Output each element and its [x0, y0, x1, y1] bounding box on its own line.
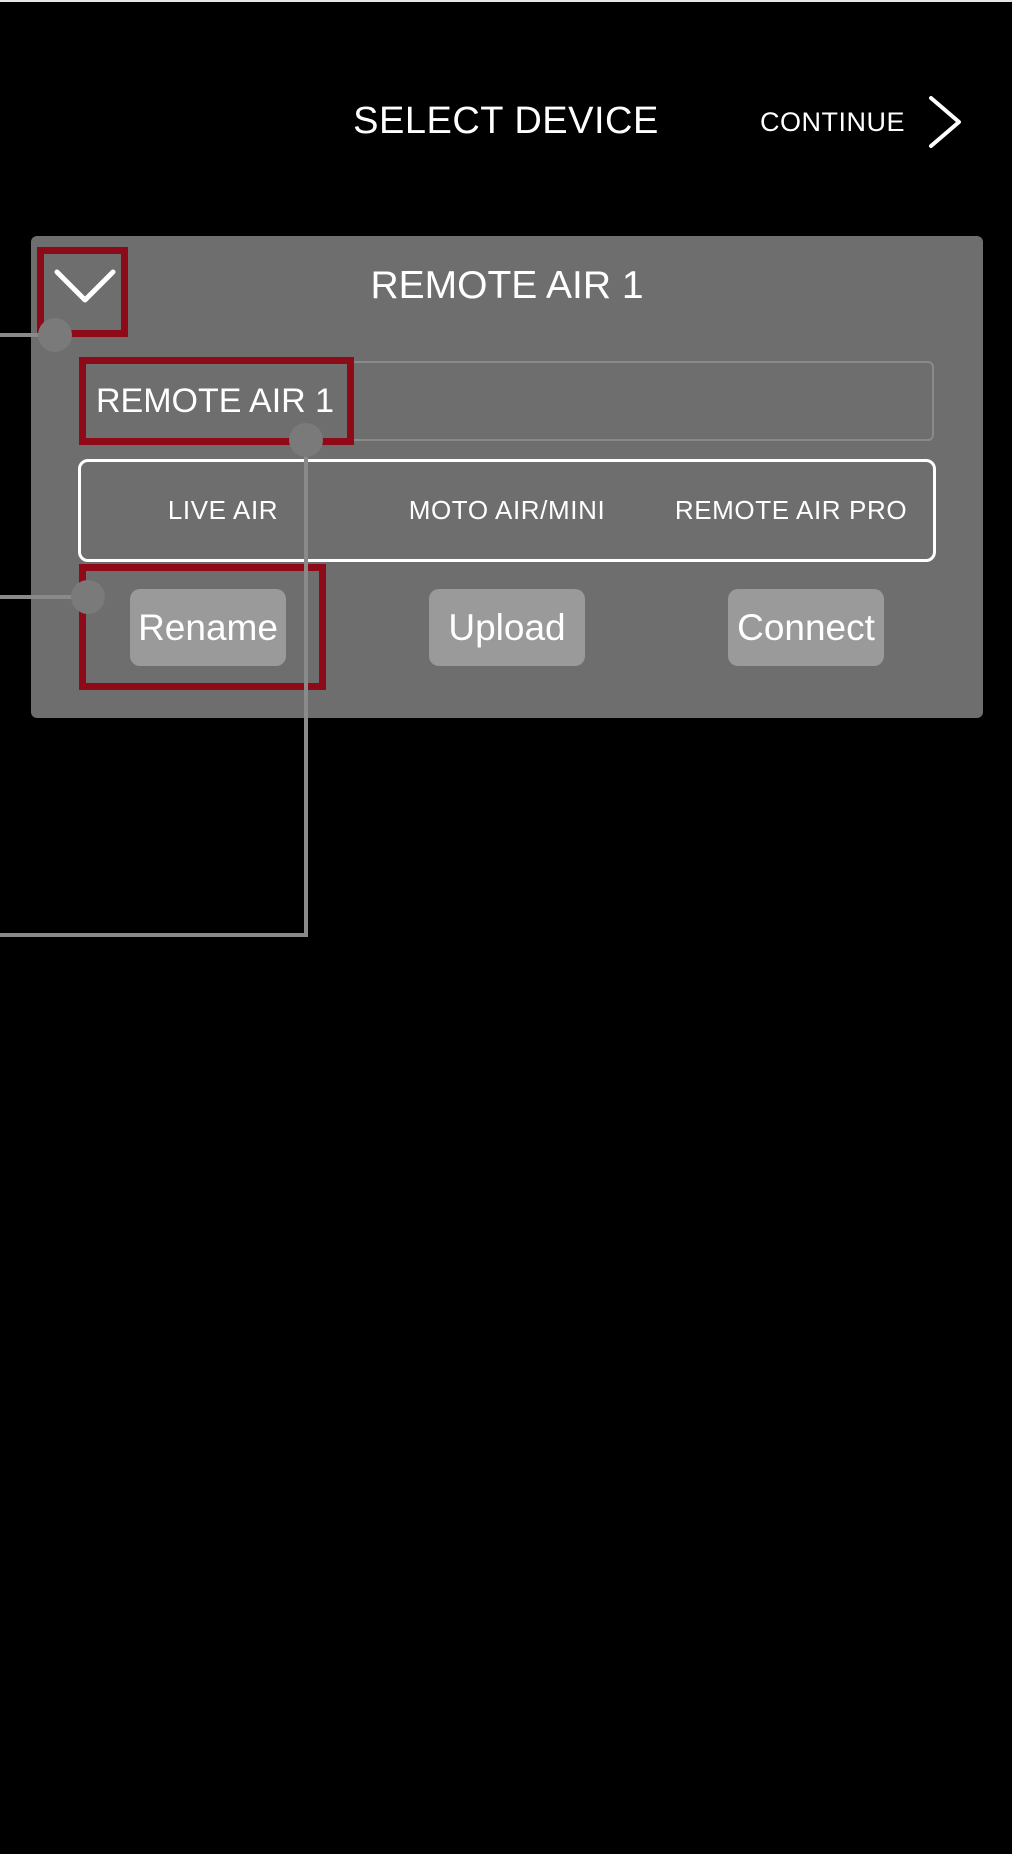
rename-button[interactable]: Rename [130, 589, 286, 666]
segment-remote-air-pro[interactable]: REMOTE AIR PRO [649, 462, 933, 559]
continue-button[interactable]: CONTINUE [760, 92, 963, 152]
connect-button[interactable]: Connect [728, 589, 884, 666]
chevron-right-icon [929, 96, 961, 148]
device-panel-title: REMOTE AIR 1 [370, 264, 644, 307]
device-name-field[interactable] [80, 361, 934, 441]
top-divider [0, 0, 1012, 2]
device-type-selector: LIVE AIR MOTO AIR/MINI REMOTE AIR PRO [78, 459, 936, 562]
segment-live-air[interactable]: LIVE AIR [81, 462, 365, 559]
upload-button[interactable]: Upload [429, 589, 585, 666]
device-name-input[interactable] [96, 363, 916, 439]
segment-moto-air-mini[interactable]: MOTO AIR/MINI [365, 462, 649, 559]
continue-label: CONTINUE [760, 106, 905, 137]
